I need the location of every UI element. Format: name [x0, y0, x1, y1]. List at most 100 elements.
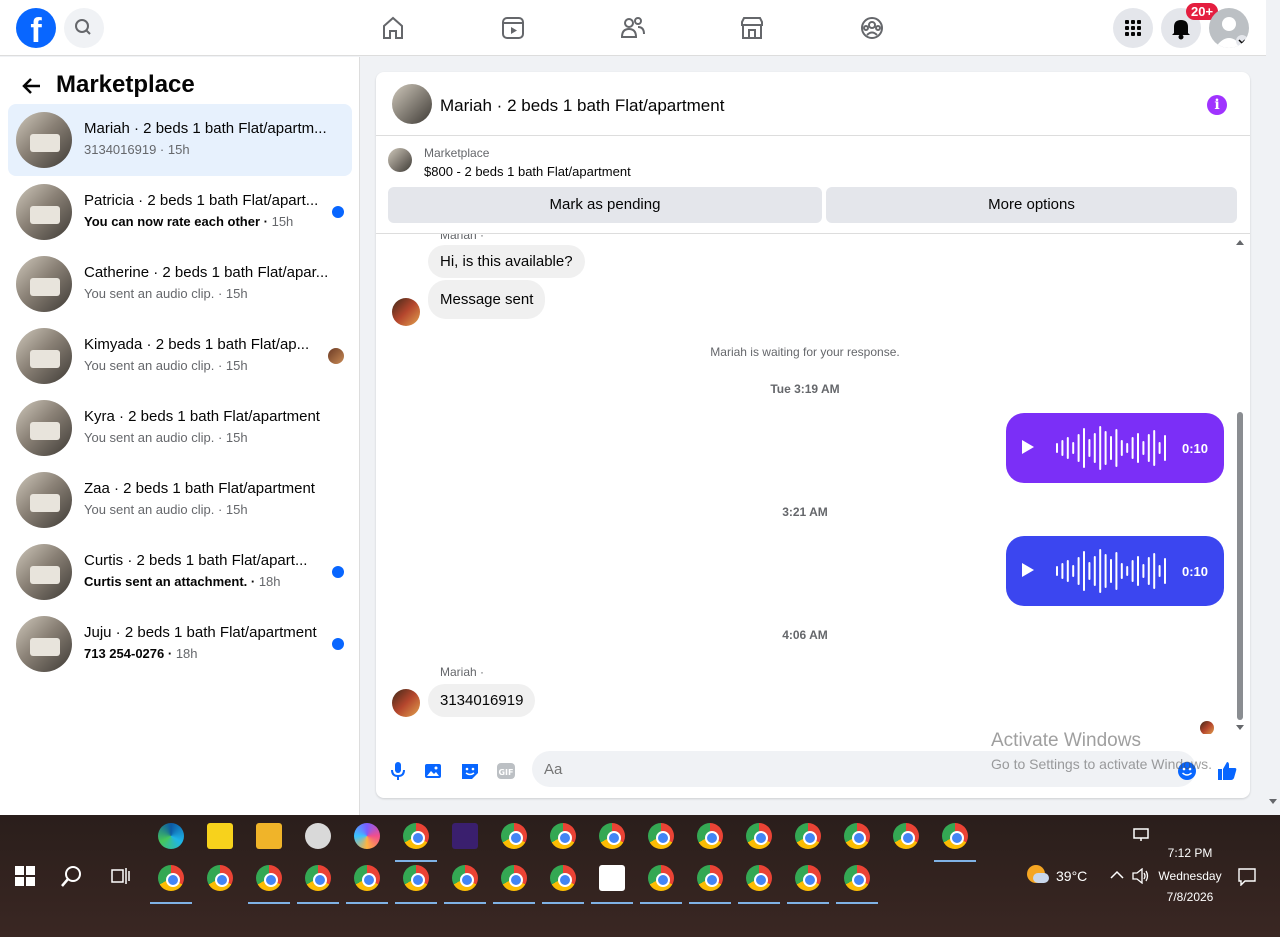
chrome-icon[interactable]	[942, 823, 968, 849]
waveform-bar	[1088, 562, 1091, 580]
active-indicator	[836, 902, 878, 904]
chrome-icon[interactable]	[648, 823, 674, 849]
facebook-logo[interactable]: f	[16, 8, 56, 48]
active-indicator	[640, 902, 682, 904]
app-icon[interactable]	[452, 823, 478, 849]
chrome-icon[interactable]	[501, 865, 527, 891]
edge-icon[interactable]	[158, 823, 184, 849]
chrome-icon[interactable]	[403, 865, 429, 891]
weather-icon[interactable]	[1027, 865, 1049, 887]
chrome-icon[interactable]	[648, 865, 674, 891]
waveform-bar	[1099, 549, 1102, 593]
chrome-icon[interactable]	[844, 823, 870, 849]
photo-icon[interactable]	[423, 760, 445, 782]
search-button[interactable]	[64, 8, 104, 48]
notification-center-icon[interactable]	[1238, 868, 1256, 886]
chrome-icon[interactable]	[697, 823, 723, 849]
info-icon[interactable]: i	[1207, 95, 1227, 115]
gif-icon[interactable]: GIF	[495, 760, 517, 782]
file-explorer-icon[interactable]	[256, 823, 282, 849]
scrollbar-thumb[interactable]	[1237, 412, 1243, 720]
conversation-item[interactable]: Mariah · 2 beds 1 bath Flat/apartm... 31…	[8, 104, 352, 176]
copilot-icon[interactable]	[354, 823, 380, 849]
listing-thumbnail	[16, 616, 72, 672]
video-tab[interactable]	[495, 10, 531, 46]
network-icon[interactable]	[1133, 828, 1151, 842]
mark-pending-button[interactable]: Mark as pending	[388, 187, 822, 223]
chrome-icon[interactable]	[550, 865, 576, 891]
scroll-down-icon[interactable]	[1269, 797, 1277, 805]
listing-thumbnail[interactable]	[388, 148, 412, 172]
audio-message[interactable]: 0:10	[1006, 413, 1224, 483]
audio-message[interactable]: 0:10	[1006, 536, 1224, 606]
scroll-up-icon[interactable]	[1235, 238, 1245, 246]
marketplace-tab[interactable]	[734, 10, 770, 46]
account-avatar[interactable]	[1209, 8, 1249, 48]
chrome-icon[interactable]	[305, 865, 331, 891]
chrome-icon[interactable]	[501, 823, 527, 849]
temperature[interactable]: 39°C	[1056, 868, 1087, 884]
clock-day[interactable]: Wednesday	[1156, 869, 1224, 883]
paint-icon[interactable]	[305, 823, 331, 849]
listing-source: Marketplace	[424, 146, 490, 160]
conversation-item[interactable]: Patricia · 2 beds 1 bath Flat/apart... Y…	[8, 176, 352, 248]
chrome-icon[interactable]	[795, 865, 821, 891]
scroll-down-icon[interactable]	[1235, 724, 1245, 732]
back-arrow-icon[interactable]	[20, 74, 44, 98]
chrome-icon[interactable]	[550, 823, 576, 849]
task-view-icon[interactable]	[110, 867, 130, 885]
conversation-item[interactable]: Kyra · 2 beds 1 bath Flat/apartment You …	[8, 392, 352, 464]
chrome-icon[interactable]	[599, 823, 625, 849]
chrome-icon[interactable]	[403, 823, 429, 849]
home-tab[interactable]	[375, 10, 411, 46]
chrome-icon[interactable]	[746, 865, 772, 891]
waveform-bar	[1115, 429, 1118, 467]
groups-tab[interactable]	[854, 10, 890, 46]
sender-avatar[interactable]	[392, 689, 420, 717]
active-indicator	[689, 902, 731, 904]
search-icon[interactable]	[60, 864, 84, 888]
thumbs-up-icon[interactable]	[1216, 760, 1238, 782]
sticky-notes-icon[interactable]	[207, 823, 233, 849]
microphone-icon[interactable]	[387, 760, 409, 782]
windows-start-icon[interactable]	[15, 866, 35, 886]
message-bubble[interactable]: Hi, is this available?	[428, 245, 585, 278]
chrome-icon[interactable]	[697, 865, 723, 891]
sticker-icon[interactable]	[459, 760, 481, 782]
chat-title[interactable]: Mariah · 2 beds 1 bath Flat/apartment	[440, 96, 724, 116]
chevron-up-icon[interactable]	[1110, 870, 1124, 880]
play-icon[interactable]	[1022, 440, 1034, 454]
chrome-icon[interactable]	[795, 823, 821, 849]
active-indicator	[395, 860, 437, 862]
listing-avatar[interactable]	[392, 84, 432, 124]
chrome-icon[interactable]	[207, 865, 233, 891]
volume-icon[interactable]	[1132, 868, 1150, 884]
waveform-bar	[1147, 557, 1150, 585]
chrome-icon[interactable]	[893, 823, 919, 849]
conversation-item[interactable]: Zaa · 2 beds 1 bath Flat/apartment You s…	[8, 464, 352, 536]
message-bubble[interactable]: Message sent	[428, 280, 546, 319]
conversation-item[interactable]: Kimyada · 2 beds 1 bath Flat/ap... You s…	[8, 320, 352, 392]
menu-button[interactable]	[1113, 8, 1153, 48]
listing-price[interactable]: $800 - 2 beds 1 bath Flat/apartment	[424, 164, 631, 179]
more-options-button[interactable]: More options	[826, 187, 1237, 223]
play-icon[interactable]	[1022, 563, 1034, 577]
page-scrollbar[interactable]	[1266, 0, 1280, 815]
clock-date[interactable]: 7/8/2026	[1162, 890, 1218, 904]
clock-time[interactable]: 7:12 PM	[1162, 846, 1218, 860]
document-icon[interactable]	[599, 865, 625, 891]
sender-avatar[interactable]	[392, 298, 420, 326]
conversation-item[interactable]: Curtis · 2 beds 1 bath Flat/apart... Cur…	[8, 536, 352, 608]
chrome-icon[interactable]	[354, 865, 380, 891]
friends-tab[interactable]	[615, 10, 651, 46]
active-indicator	[591, 902, 633, 904]
chrome-icon[interactable]	[746, 823, 772, 849]
timestamp: 4:06 AM	[782, 628, 828, 642]
chrome-icon[interactable]	[158, 865, 184, 891]
conversation-item[interactable]: Juju · 2 beds 1 bath Flat/apartment 713 …	[8, 608, 352, 680]
chrome-icon[interactable]	[844, 865, 870, 891]
chrome-icon[interactable]	[452, 865, 478, 891]
conversation-item[interactable]: Catherine · 2 beds 1 bath Flat/apar... Y…	[8, 248, 352, 320]
chrome-icon[interactable]	[256, 865, 282, 891]
message-bubble[interactable]: 3134016919	[428, 684, 536, 717]
